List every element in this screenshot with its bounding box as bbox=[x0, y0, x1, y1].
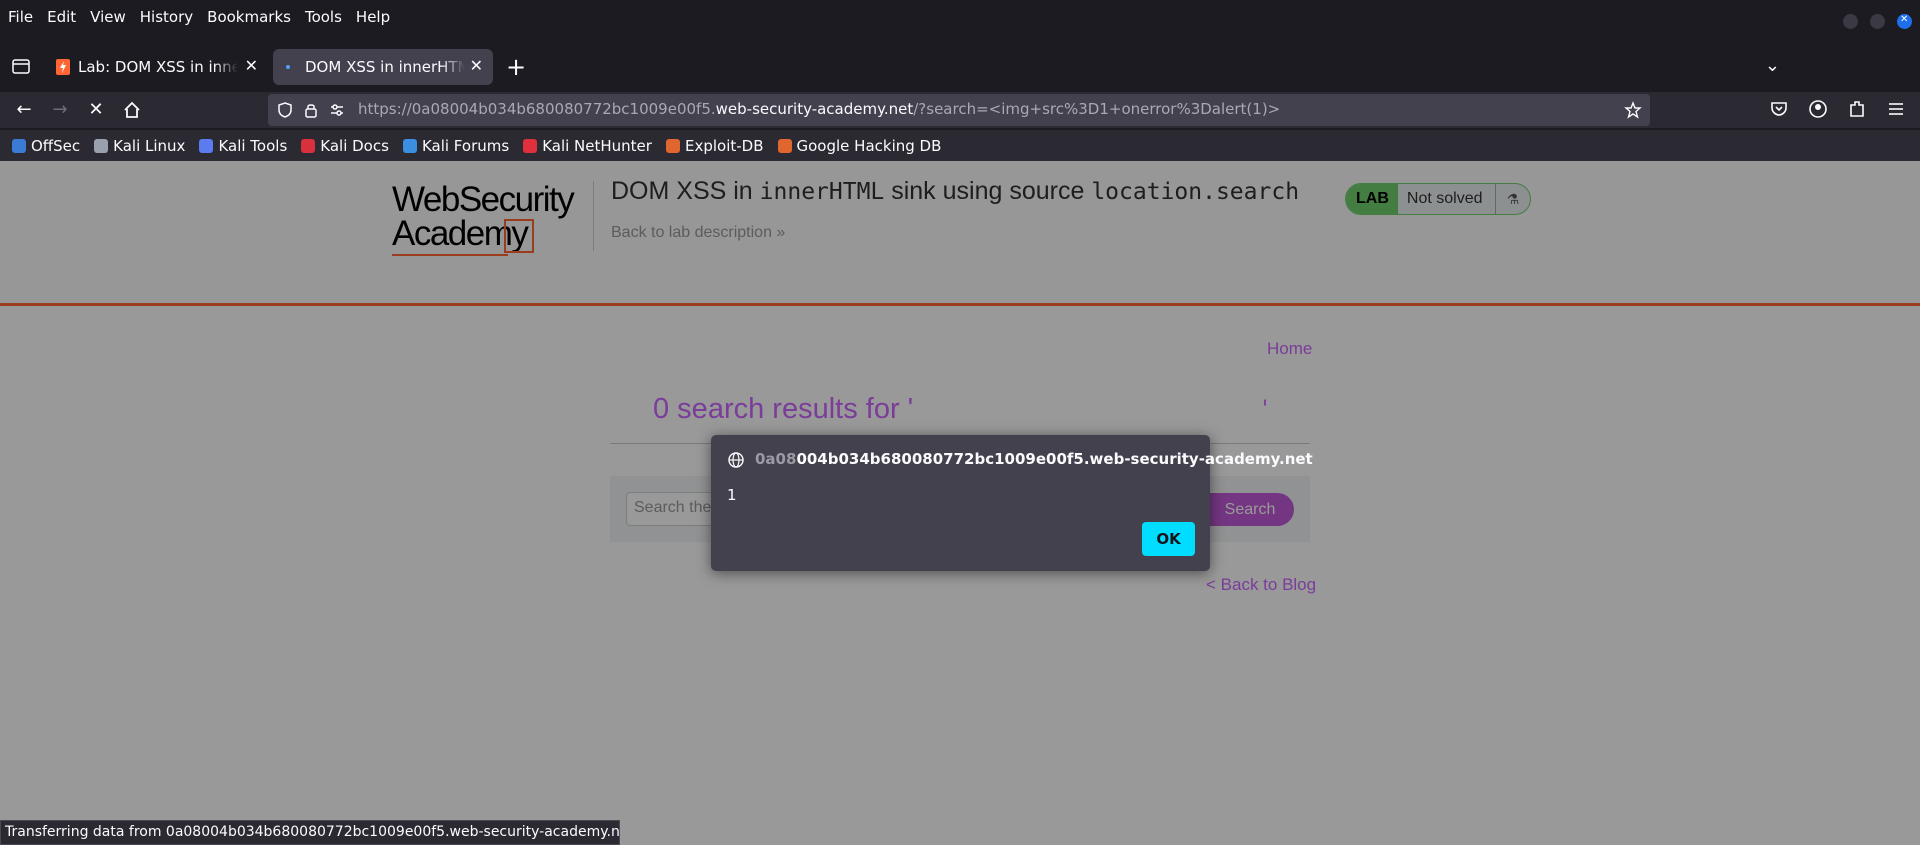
kali-tools-icon bbox=[199, 138, 214, 153]
bookmark-kali-tools[interactable]: Kali Tools bbox=[199, 137, 287, 155]
menu-tools[interactable]: Tools bbox=[305, 8, 342, 26]
tab-label: Lab: DOM XSS in innerHTML sink using sou… bbox=[78, 58, 238, 76]
extensions-icon[interactable] bbox=[1847, 98, 1867, 120]
globe-icon bbox=[728, 452, 744, 468]
tab-list-icon[interactable] bbox=[10, 55, 32, 77]
bookmarks-toolbar: OffSec Kali Linux Kali Tools Kali Docs K… bbox=[0, 130, 1920, 161]
portswigger-favicon-icon bbox=[56, 59, 70, 75]
close-window-icon[interactable] bbox=[1897, 14, 1912, 29]
account-icon[interactable] bbox=[1808, 98, 1828, 120]
offsec-icon bbox=[12, 138, 26, 153]
bookmark-google-hacking-db[interactable]: Google Hacking DB bbox=[777, 137, 941, 155]
navigation-bar: ← → ✕ https://0a08004b034b680080772bc100… bbox=[0, 92, 1920, 128]
bookmark-kali-linux[interactable]: Kali Linux bbox=[94, 137, 185, 155]
hamburger-menu-icon[interactable] bbox=[1886, 98, 1906, 120]
alert-dialog: 0a08004b034b680080772bc1009e00f5.web-sec… bbox=[711, 435, 1313, 571]
pocket-icon[interactable] bbox=[1769, 98, 1789, 120]
bookmark-offsec[interactable]: OffSec bbox=[12, 137, 80, 155]
bookmark-star-icon[interactable] bbox=[1624, 101, 1642, 119]
minimize-icon[interactable] bbox=[1843, 14, 1858, 29]
chevron-down-icon[interactable]: ⌄ bbox=[1765, 55, 1780, 76]
alert-origin: 0a08004b034b680080772bc1009e00f5.web-sec… bbox=[755, 450, 1313, 468]
shield-icon[interactable] bbox=[276, 101, 294, 119]
site-permissions-icon[interactable] bbox=[328, 101, 346, 119]
home-icon[interactable] bbox=[120, 98, 144, 122]
bookmark-kali-forums[interactable]: Kali Forums bbox=[402, 137, 509, 155]
tab-bar: Lab: DOM XSS in innerHTML sink using sou… bbox=[0, 47, 1920, 87]
bookmark-kali-docs[interactable]: Kali Docs bbox=[301, 137, 389, 155]
tab-lab-active[interactable]: DOM XSS in innerHTML sink using source l… bbox=[273, 49, 493, 85]
close-tab-icon[interactable]: ✕ bbox=[470, 56, 483, 75]
ok-button[interactable]: OK bbox=[1142, 522, 1195, 556]
forward-arrow-icon[interactable]: → bbox=[48, 98, 72, 122]
maximize-icon[interactable] bbox=[1870, 14, 1885, 29]
bookmark-kali-nethunter[interactable]: Kali NetHunter bbox=[523, 137, 652, 155]
close-tab-icon[interactable]: ✕ bbox=[245, 56, 258, 75]
menu-file[interactable]: File bbox=[8, 8, 33, 26]
loading-dot-icon bbox=[286, 65, 290, 69]
menu-view[interactable]: View bbox=[90, 8, 126, 26]
kali-docs-icon bbox=[301, 138, 316, 153]
back-arrow-icon[interactable]: ← bbox=[12, 98, 36, 122]
url-text[interactable]: https://0a08004b034b680080772bc1009e00f5… bbox=[358, 100, 1280, 118]
exploit-db-icon bbox=[665, 138, 680, 153]
kali-forums-icon bbox=[402, 138, 417, 153]
menu-bar: File Edit View History Bookmarks Tools H… bbox=[0, 0, 1920, 33]
menu-edit[interactable]: Edit bbox=[47, 8, 76, 26]
window-controls bbox=[1843, 14, 1912, 29]
url-bar[interactable]: https://0a08004b034b680080772bc1009e00f5… bbox=[268, 94, 1650, 126]
menu-help[interactable]: Help bbox=[356, 8, 390, 26]
kali-dragon-icon bbox=[94, 138, 109, 153]
stop-loading-icon[interactable]: ✕ bbox=[84, 98, 108, 122]
tab-lab-description[interactable]: Lab: DOM XSS in innerHTML sink using sou… bbox=[46, 49, 268, 85]
alert-message: 1 bbox=[727, 486, 737, 504]
menu-history[interactable]: History bbox=[140, 8, 193, 26]
new-tab-icon[interactable]: + bbox=[506, 53, 526, 81]
nethunter-icon bbox=[523, 138, 538, 153]
toolbar-right bbox=[1769, 98, 1906, 120]
bookmark-exploit-db[interactable]: Exploit-DB bbox=[665, 137, 764, 155]
ghdb-icon bbox=[777, 138, 792, 153]
menu-bookmarks[interactable]: Bookmarks bbox=[207, 8, 291, 26]
status-bar: Transferring data from 0a08004b034b68008… bbox=[0, 820, 620, 845]
tab-label: DOM XSS in innerHTML sink using source l… bbox=[305, 58, 465, 76]
lock-icon[interactable] bbox=[302, 101, 320, 119]
